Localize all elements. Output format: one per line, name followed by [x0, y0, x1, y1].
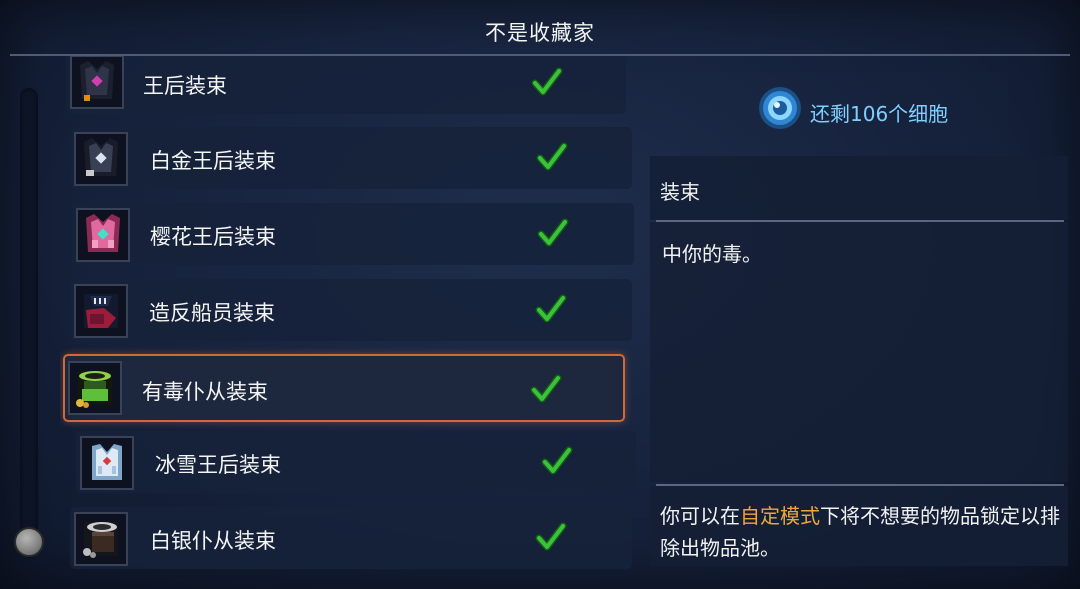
list-item-selected[interactable]: 有毒仆从装束 — [63, 354, 625, 422]
details-category: 装束 — [660, 180, 700, 204]
toxic-servant-outfit-icon — [68, 361, 122, 415]
checkmark-icon — [530, 374, 562, 403]
note-prefix: 你可以在 — [660, 504, 740, 528]
queen-outfit-icon — [70, 56, 124, 109]
header: 不是收藏家 — [0, 0, 1080, 56]
item-label: 有毒仆从装束 — [142, 380, 268, 404]
checkmark-icon — [536, 142, 568, 171]
item-label: 冰雪王后装束 — [155, 453, 281, 477]
checkmark-icon — [531, 67, 563, 96]
list-item[interactable]: 白银仆从装束 — [70, 507, 632, 569]
cells-remaining-text: 还剩106个细胞 — [810, 102, 949, 126]
scrollbar-track[interactable] — [20, 88, 38, 558]
mutineer-outfit-icon — [74, 284, 128, 338]
silver-servant-outfit-icon — [74, 512, 128, 566]
page-title: 不是收藏家 — [485, 21, 595, 45]
scrollbar-thumb[interactable] — [14, 527, 44, 557]
item-label: 造反船员装束 — [149, 301, 275, 325]
item-label: 王后装束 — [143, 74, 227, 98]
list-item[interactable]: 樱花王后装束 — [72, 203, 634, 265]
checkmark-icon — [537, 218, 569, 247]
custom-mode-highlight: 自定模式 — [740, 504, 820, 528]
list-item[interactable]: 造反船员装束 — [70, 279, 632, 341]
sakura-queen-outfit-icon — [76, 208, 130, 262]
item-label: 白银仆从装束 — [150, 529, 276, 553]
list-item[interactable]: 王后装束 — [66, 56, 626, 114]
list-item[interactable]: 白金王后装束 — [70, 127, 632, 189]
list-item[interactable]: 冰雪王后装束 — [76, 431, 636, 493]
item-label: 白金王后装束 — [150, 149, 276, 173]
item-label: 樱花王后装束 — [150, 225, 276, 249]
checkmark-icon — [535, 522, 567, 551]
details-header-panel — [650, 156, 1068, 220]
checkmark-icon — [541, 446, 573, 475]
outfit-list: 王后装束 白金王后装束 樱花王后装束 造反船员装束 有毒仆从装束 冰雪王后装束 … — [60, 56, 640, 589]
ice-queen-outfit-icon — [80, 436, 134, 490]
cell-icon — [759, 87, 801, 129]
checkmark-icon — [535, 294, 567, 323]
platinum-queen-outfit-icon — [74, 132, 128, 186]
custom-mode-note: 你可以在自定模式下将不想要的物品锁定以排除出物品池。 — [660, 500, 1060, 564]
details-description: 中你的毒。 — [662, 242, 762, 266]
